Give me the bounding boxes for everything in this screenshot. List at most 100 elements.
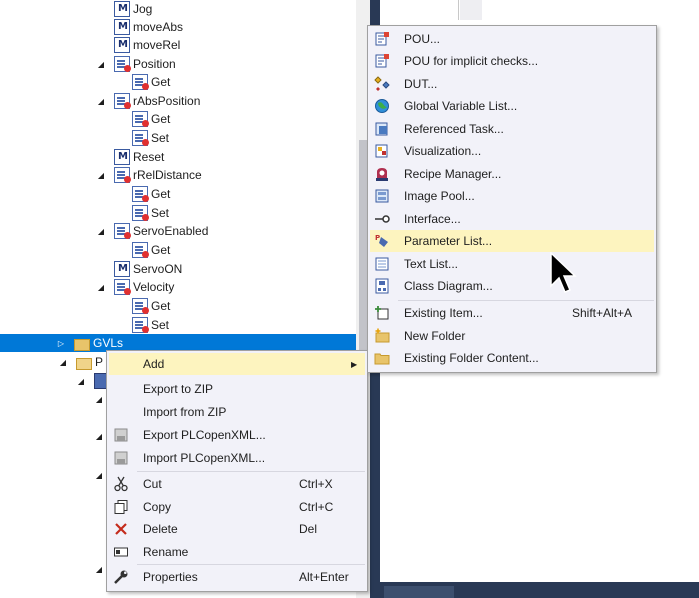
menu-item-export-zip[interactable]: Export to ZIP: [109, 378, 365, 400]
tree-item-position[interactable]: ◢ Position: [96, 55, 176, 73]
collapse-arrow-icon[interactable]: ◢: [76, 377, 86, 386]
submenu-item-text-list[interactable]: Text List...: [370, 253, 654, 275]
editor-scroll-band: [460, 0, 482, 20]
tree-item-servoenabled-get[interactable]: Get: [114, 241, 170, 259]
property-accessor-icon: [132, 186, 149, 202]
tree-item-label: Velocity: [133, 280, 175, 294]
tree-item-p[interactable]: ◢ P: [58, 353, 103, 371]
tree-item-label: Set: [151, 131, 170, 145]
recipe-manager-icon: [376, 168, 388, 181]
menu-item-label: Text List...: [404, 257, 459, 271]
menu-item-import-zip[interactable]: Import from ZIP: [109, 401, 365, 423]
submenu-item-global-variable-list[interactable]: Global Variable List...: [370, 95, 654, 117]
tree-item-label: Get: [151, 75, 171, 89]
bottom-panel-tab[interactable]: [384, 586, 454, 598]
menu-item-add[interactable]: Add ▶: [109, 353, 365, 375]
collapse-arrow-icon[interactable]: ◢: [94, 432, 104, 441]
tree-item-velocity[interactable]: ◢ Velocity: [96, 278, 174, 296]
menu-separator: [137, 471, 365, 472]
tree-item-label: moveAbs: [133, 20, 184, 34]
tree-item-reset[interactable]: Reset: [96, 148, 164, 166]
collapse-arrow-icon[interactable]: ◢: [96, 283, 106, 292]
image-pool-icon: [375, 189, 389, 203]
submenu-item-interface[interactable]: Interface...: [370, 208, 654, 230]
menu-item-label: Rename: [143, 545, 189, 559]
submenu-item-visualization[interactable]: Visualization...: [370, 140, 654, 162]
menu-shortcut: Ctrl+C: [299, 500, 334, 514]
mouse-cursor-icon: [550, 252, 577, 293]
tree-item-rreldistance-set[interactable]: Set: [114, 204, 169, 222]
tree-item-jog[interactable]: Jog: [96, 0, 152, 18]
collapse-arrow-icon[interactable]: ◢: [96, 97, 106, 106]
new-folder-icon: [375, 328, 390, 343]
function-block-icon: [114, 37, 130, 53]
tree-item-label: rRelDistance: [133, 168, 202, 182]
submenu-item-recipe-manager[interactable]: Recipe Manager...: [370, 163, 654, 185]
tree-item-label: Get: [151, 243, 171, 257]
tree-item-position-get[interactable]: Get: [114, 73, 170, 91]
tree-item-moveabs[interactable]: moveAbs: [96, 18, 183, 36]
submenu-item-dut[interactable]: DUT...: [370, 73, 654, 95]
menu-item-label: Copy: [143, 500, 172, 514]
function-block-icon: [114, 19, 130, 35]
context-menu: Add ▶ Export to ZIP Import from ZIP Expo…: [106, 350, 368, 592]
tree-item-rreldistance[interactable]: ◢ rRelDistance: [96, 166, 202, 184]
tree-item-velocity-get[interactable]: Get: [114, 297, 170, 315]
menu-item-rename[interactable]: Rename: [109, 541, 365, 563]
menu-item-label: Export to ZIP: [143, 382, 214, 396]
function-block-icon: [114, 149, 130, 165]
collapse-arrow-icon[interactable]: ◢: [58, 358, 68, 367]
collapse-arrow-icon[interactable]: ◢: [96, 227, 106, 236]
pou-checks-icon: [375, 54, 389, 68]
tree-item-moverel[interactable]: moveRel: [96, 36, 180, 54]
menu-item-export-plcopenxml[interactable]: Export PLCopenXML...: [109, 424, 365, 446]
menu-item-label: Import from ZIP: [143, 405, 227, 419]
menu-item-label: Interface...: [404, 212, 461, 226]
tree-item-velocity-set[interactable]: Set: [114, 316, 169, 334]
submenu-item-image-pool[interactable]: Image Pool...: [370, 185, 654, 207]
collapse-arrow-icon[interactable]: ◢: [96, 171, 106, 180]
submenu-item-existing-item[interactable]: Existing Item... Shift+Alt+A: [370, 302, 654, 324]
submenu-item-parameter-list[interactable]: P Parameter List...: [370, 230, 654, 252]
tree-item-rabsposition[interactable]: ◢ rAbsPosition: [96, 92, 200, 110]
menu-shortcut: Shift+Alt+A: [572, 306, 633, 320]
submenu-item-referenced-task[interactable]: Referenced Task...: [370, 118, 654, 140]
menu-item-label: POU...: [404, 32, 441, 46]
property-icon: [114, 279, 131, 295]
submenu-item-pou-implicit-checks[interactable]: POU for implicit checks...: [370, 50, 654, 72]
menu-item-label: POU for implicit checks...: [404, 54, 539, 68]
property-accessor-icon: [132, 242, 149, 258]
collapse-arrow-icon[interactable]: ◢: [94, 471, 104, 480]
tree-item-servoenabled[interactable]: ◢ ServoEnabled: [96, 222, 208, 240]
menu-item-label: Properties: [143, 570, 198, 584]
tree-item-servoon[interactable]: ServoON: [96, 260, 182, 278]
submenu-item-existing-folder-content[interactable]: Existing Folder Content...: [370, 347, 654, 369]
tree-item-label: GVLs: [93, 336, 124, 350]
copy-icon: [114, 500, 128, 514]
collapse-arrow-icon[interactable]: ◢: [94, 565, 104, 574]
tree-item-rreldistance-get[interactable]: Get: [114, 185, 170, 203]
menu-shortcut: Del: [299, 522, 318, 536]
submenu-item-class-diagram[interactable]: Class Diagram...: [370, 275, 654, 297]
menu-item-label: Import PLCopenXML...: [143, 451, 266, 465]
collapse-arrow-icon[interactable]: ◢: [96, 60, 106, 69]
function-block-icon: [114, 1, 130, 17]
submenu-item-new-folder[interactable]: New Folder: [370, 325, 654, 347]
menu-item-copy[interactable]: Copy Ctrl+C: [109, 496, 365, 518]
menu-separator: [137, 564, 365, 565]
folder-open-icon: [76, 358, 92, 370]
expand-arrow-icon[interactable]: ▷: [56, 339, 66, 348]
tree-item-label: P: [95, 355, 104, 369]
tree-item-rabsposition-get[interactable]: Get: [114, 110, 170, 128]
menu-item-label: Recipe Manager...: [404, 167, 502, 181]
menu-item-properties[interactable]: Properties Alt+Enter: [109, 566, 365, 588]
menu-item-cut[interactable]: Cut Ctrl+X: [109, 473, 365, 495]
menu-item-label: Parameter List...: [404, 234, 493, 248]
collapse-arrow-icon[interactable]: ◢: [94, 395, 104, 404]
menu-item-delete[interactable]: Delete Del: [109, 518, 365, 540]
tree-item-rabsposition-set[interactable]: Set: [114, 129, 169, 147]
menu-item-import-plcopenxml[interactable]: Import PLCopenXML...: [109, 447, 365, 469]
property-icon: [114, 167, 131, 183]
scissors-icon: [114, 476, 128, 492]
submenu-item-pou[interactable]: POU...: [370, 28, 654, 50]
